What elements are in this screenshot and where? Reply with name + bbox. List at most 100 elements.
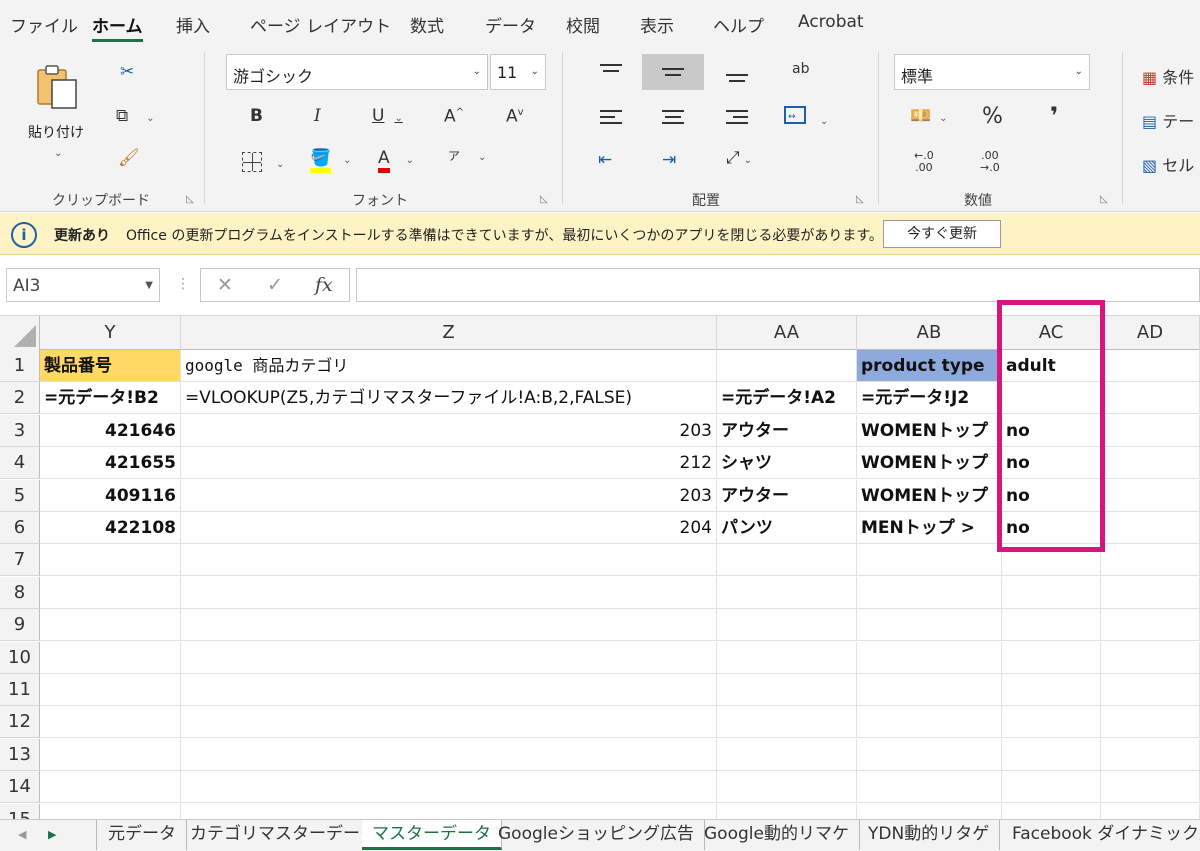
- grow-font-button[interactable]: A^: [444, 108, 464, 126]
- cell-z[interactable]: 203: [181, 414, 717, 447]
- row-header[interactable]: 8: [0, 576, 40, 609]
- tab-page-layout[interactable]: ページ レイアウト: [250, 12, 391, 37]
- cell-ad[interactable]: [1101, 674, 1200, 706]
- cell-ac[interactable]: [1002, 609, 1101, 642]
- cell-ad[interactable]: [1101, 479, 1200, 512]
- cell-ac[interactable]: [1002, 641, 1101, 674]
- cell-z[interactable]: [181, 576, 717, 609]
- cell-ab[interactable]: [857, 706, 1002, 739]
- align-top-icon[interactable]: [600, 64, 622, 76]
- cell-y[interactable]: [40, 738, 181, 771]
- check-icon[interactable]: ✓: [267, 274, 283, 296]
- sheet-tab[interactable]: カテゴリマスターデータ: [180, 820, 388, 850]
- align-right-icon[interactable]: [726, 110, 748, 128]
- cell-y[interactable]: 製品番号: [40, 350, 181, 382]
- formula-input[interactable]: [356, 268, 1200, 302]
- cell-z[interactable]: [181, 738, 717, 771]
- cell-y[interactable]: [40, 609, 181, 642]
- cell-y[interactable]: =元データ!B2: [40, 382, 181, 415]
- increase-decimal-button[interactable]: ←.0 .00: [914, 149, 934, 174]
- cell-ab[interactable]: WOMENトップ: [857, 479, 1002, 512]
- cell-y[interactable]: [40, 576, 181, 609]
- tab-review[interactable]: 校閲: [566, 12, 600, 37]
- cell-y[interactable]: [40, 771, 181, 804]
- cell-aa[interactable]: [717, 674, 857, 706]
- number-format-select[interactable]: 標準 ⌄: [894, 54, 1090, 90]
- cell-z[interactable]: [181, 544, 717, 577]
- cell-aa[interactable]: [717, 544, 857, 577]
- next-sheet-icon[interactable]: ▶: [48, 828, 56, 841]
- cell-ad[interactable]: [1101, 512, 1200, 544]
- cell-z[interactable]: [181, 803, 717, 819]
- prev-sheet-icon[interactable]: ◀: [18, 828, 26, 841]
- align-middle-icon[interactable]: [662, 68, 684, 80]
- format-as-table-button[interactable]: ▤ テー: [1142, 108, 1194, 132]
- cell-ac[interactable]: [1002, 576, 1101, 609]
- cell-z[interactable]: 203: [181, 479, 717, 512]
- sheet-tab[interactable]: YDN動的リタゲ: [858, 820, 1001, 850]
- cancel-icon[interactable]: ✕: [217, 274, 233, 296]
- tab-acrobat[interactable]: Acrobat: [798, 12, 864, 32]
- orientation-button[interactable]: ⤢ ⌄: [726, 150, 752, 167]
- borders-button[interactable]: ⌄: [242, 152, 284, 172]
- cell-ac[interactable]: [1002, 738, 1101, 771]
- row-header[interactable]: 4: [0, 447, 40, 480]
- update-now-button[interactable]: 今すぐ更新: [883, 220, 1001, 248]
- tab-help[interactable]: ヘルプ: [713, 12, 764, 37]
- italic-button[interactable]: I: [314, 108, 321, 125]
- comma-style-button[interactable]: ❜: [1050, 104, 1058, 128]
- decrease-decimal-button[interactable]: .00 →.0: [980, 149, 1000, 174]
- column-header-ad[interactable]: AD: [1101, 316, 1200, 350]
- cell-z[interactable]: =VLOOKUP(Z5,カテゴリマスターファイル!A:B,2,FALSE): [181, 382, 717, 415]
- cell-z[interactable]: 204: [181, 512, 717, 544]
- cell-z[interactable]: [181, 641, 717, 674]
- cell-ad[interactable]: [1101, 350, 1200, 382]
- cell-y[interactable]: [40, 803, 181, 819]
- dialog-launcher-icon[interactable]: ◺: [856, 194, 864, 205]
- font-size-select[interactable]: 11 ⌄: [490, 54, 546, 90]
- cell-aa[interactable]: アウター: [717, 479, 857, 512]
- row-header[interactable]: 2: [0, 382, 40, 415]
- cell-ac[interactable]: [1002, 706, 1101, 739]
- wrap-text-button[interactable]: ab: [792, 62, 809, 76]
- row-header[interactable]: 11: [0, 674, 40, 706]
- cell-aa[interactable]: [717, 803, 857, 819]
- font-color-button[interactable]: A ⌄: [378, 150, 414, 173]
- cell-ab[interactable]: [857, 641, 1002, 674]
- cell-aa[interactable]: [717, 641, 857, 674]
- cell-aa[interactable]: [717, 706, 857, 739]
- cell-ab[interactable]: MENトップ >: [857, 512, 1002, 544]
- cell-ab[interactable]: [857, 674, 1002, 706]
- cell-y[interactable]: [40, 674, 181, 706]
- cell-y[interactable]: 422108: [40, 512, 181, 544]
- align-center-icon[interactable]: [662, 110, 684, 128]
- increase-indent-button[interactable]: ⇥: [662, 152, 676, 169]
- cell-ad[interactable]: [1101, 609, 1200, 642]
- cell-ab[interactable]: [857, 576, 1002, 609]
- cell-z[interactable]: [181, 706, 717, 739]
- cell-ab[interactable]: [857, 544, 1002, 577]
- cell-aa[interactable]: アウター: [717, 414, 857, 447]
- cell-ad[interactable]: [1101, 803, 1200, 819]
- cell-y[interactable]: [40, 641, 181, 674]
- bold-button[interactable]: B: [250, 108, 263, 125]
- tab-view[interactable]: 表示: [640, 12, 674, 37]
- cell-aa[interactable]: [717, 350, 857, 382]
- dialog-launcher-icon[interactable]: ◺: [186, 194, 194, 205]
- cell-ad[interactable]: [1101, 641, 1200, 674]
- paste-button[interactable]: 貼り付け ⌄: [24, 60, 90, 170]
- cell-y[interactable]: 421646: [40, 414, 181, 447]
- cell-ab[interactable]: [857, 738, 1002, 771]
- cell-aa[interactable]: =元データ!A2: [717, 382, 857, 415]
- cell-aa[interactable]: [717, 609, 857, 642]
- align-left-icon[interactable]: [600, 110, 622, 128]
- dialog-launcher-icon[interactable]: ◺: [1100, 194, 1108, 205]
- sheet-tab[interactable]: Googleショッピング広告: [488, 820, 705, 850]
- insert-function-icon[interactable]: fx: [315, 274, 333, 296]
- tab-formulas[interactable]: 数式: [410, 12, 444, 37]
- cell-z[interactable]: [181, 771, 717, 804]
- fill-color-button[interactable]: 🪣 ⌄: [310, 150, 352, 173]
- cell-ab[interactable]: =元データ!J2: [857, 382, 1002, 415]
- sheet-tab[interactable]: Facebook ダイナミック広: [1002, 820, 1200, 850]
- row-header[interactable]: 13: [0, 738, 40, 771]
